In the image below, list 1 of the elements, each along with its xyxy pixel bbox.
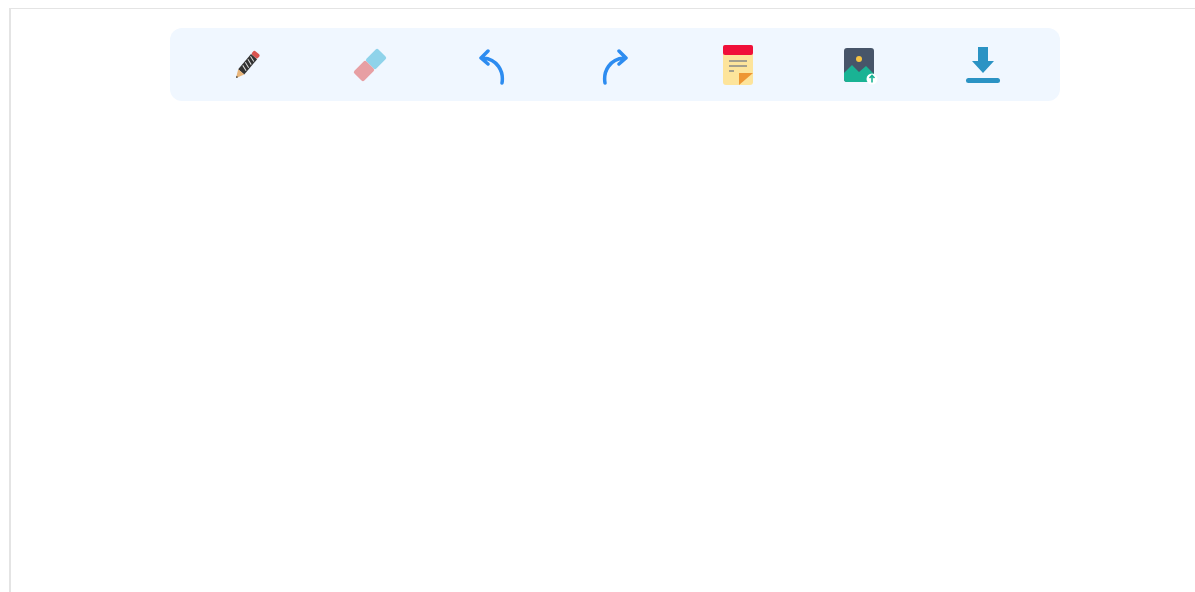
note-icon bbox=[721, 43, 754, 86]
